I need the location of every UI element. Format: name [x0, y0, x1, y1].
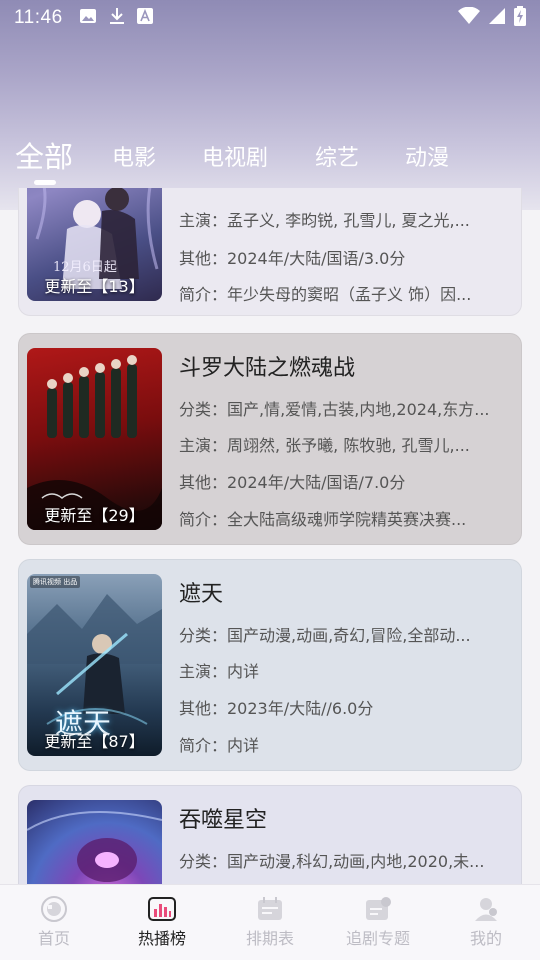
category-text: 分类：国产,情,爱情,古装,内地,2024,东方...: [179, 400, 490, 419]
nav-profile-label: 我的: [469, 929, 502, 948]
cast-text: 主演：周翊然, 张予曦, 陈牧驰, 孔雪儿,...: [179, 436, 470, 455]
signal-icon: [488, 7, 506, 29]
other-text: 其他：2023年/大陆//6.0分: [179, 699, 374, 718]
category-text: 分类：国产动漫,科幻,动画,内地,2020,未...: [179, 852, 485, 871]
bottom-navigation: 首页 热播榜 排期表 追剧专题 我的: [0, 884, 540, 960]
drama-title[interactable]: 遮天: [179, 576, 223, 608]
wifi-icon: [458, 6, 480, 29]
download-icon: [109, 7, 125, 29]
poster-image: 更新至【29】: [27, 348, 162, 530]
other-text: 其他：2024年/大陆/国语/3.0分: [179, 249, 406, 268]
drama-list[interactable]: 12月6日起 更新至【13】 主演：孟子义, 李昀锐, 孔雪儿, 夏之光,...…: [0, 188, 540, 884]
drama-card[interactable]: 腾讯视频 出品 遮天 更新至【87】 遮天 分类：国产动漫,动画,奇幻,冒险,全…: [18, 559, 522, 771]
update-badge: 更新至【13】: [44, 277, 145, 296]
tab-tv-series[interactable]: 电视剧: [202, 140, 268, 172]
nav-home-label: 首页: [37, 929, 70, 948]
poster-image: 腾讯视频 出品 遮天 更新至【87】: [27, 574, 162, 756]
drama-card[interactable]: 更新至【29】 斗罗大陆之燃魂战 分类：国产,情,爱情,古装,内地,2024,东…: [18, 333, 522, 545]
summary-text: 简介：内详: [179, 736, 260, 755]
calendar-icon: [255, 896, 285, 922]
nav-hot-chart[interactable]: 热播榜: [108, 885, 216, 960]
nav-profile[interactable]: 我的: [432, 885, 540, 960]
status-time: 11:46: [14, 7, 63, 28]
nav-topics-label: 追剧专题: [345, 929, 410, 948]
nav-schedule[interactable]: 排期表: [216, 885, 324, 960]
category-text: 分类：国产动漫,动画,奇幻,冒险,全部动...: [179, 626, 471, 645]
poster-image: 12月6日起 更新至【13】: [27, 188, 162, 301]
nav-schedule-label: 排期表: [245, 929, 294, 948]
update-badge: 更新至【87】: [44, 732, 145, 751]
drama-card[interactable]: 12月6日起 更新至【13】 主演：孟子义, 李昀锐, 孔雪儿, 夏之光,...…: [18, 188, 522, 316]
poster-tag: 腾讯视频 出品: [30, 576, 81, 588]
nav-hot-chart-label: 热播榜: [137, 929, 186, 948]
drama-title[interactable]: 吞噬星空: [179, 802, 267, 834]
home-icon: [39, 896, 69, 922]
tab-all[interactable]: 全部: [15, 134, 73, 176]
status-bar: 11:46: [0, 0, 540, 36]
drama-title[interactable]: 斗罗大陆之燃魂战: [179, 350, 355, 382]
cast-text: 主演：内详: [179, 662, 260, 681]
summary-text: 简介：年少失母的窦昭（孟子义 饰）因...: [179, 285, 472, 304]
tab-variety[interactable]: 综艺: [315, 140, 359, 172]
tab-indicator: [34, 180, 56, 185]
category-tabs: 全部 电影 电视剧 综艺 动漫: [0, 132, 540, 188]
nav-home[interactable]: 首页: [0, 885, 108, 960]
nav-topics[interactable]: 追剧专题: [324, 885, 432, 960]
battery-charging-icon: [514, 6, 526, 30]
tab-anime[interactable]: 动漫: [405, 140, 449, 172]
cast-text: 主演：孟子义, 李昀锐, 孔雪儿, 夏之光,...: [179, 211, 470, 230]
profile-icon: [471, 896, 501, 922]
update-badge: 更新至【29】: [44, 506, 145, 525]
drama-card[interactable]: 吞噬星空 分类：国产动漫,科幻,动画,内地,2020,未...: [18, 785, 522, 884]
poster-image: [27, 800, 162, 884]
summary-text: 简介：全大陆高级魂师学院精英赛决赛...: [179, 510, 467, 529]
image-icon: [79, 8, 97, 28]
tab-movie[interactable]: 电影: [112, 140, 156, 172]
chart-icon: [147, 896, 177, 922]
topic-icon: [363, 896, 393, 922]
other-text: 其他：2024年/大陆/国语/7.0分: [179, 473, 406, 492]
text-a-icon: [136, 8, 153, 28]
